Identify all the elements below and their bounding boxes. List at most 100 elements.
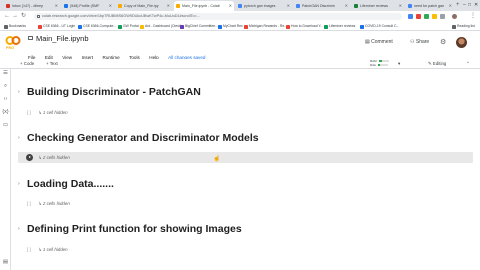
url-input[interactable]: colab.research.google.com/drive/1bp7RUBM… — [34, 13, 402, 20]
profile-avatar-icon[interactable] — [452, 14, 457, 19]
close-icon[interactable]: ✕ — [399, 1, 402, 11]
browser-tab[interactable]: PatchGAN Discrimin ✕ — [294, 1, 350, 11]
gear-icon[interactable]: ⚙ — [440, 38, 446, 46]
bookmark-item[interactable]: Lifeminer reviews — [324, 22, 355, 30]
bookmark-item[interactable]: MyChart Rec — [218, 22, 243, 30]
browser-tab[interactable]: need for patch gan ✕ — [406, 1, 454, 11]
google-icon — [296, 4, 300, 8]
editing-mode-button[interactable]: ✎ Editing — [428, 59, 446, 69]
bookmark-label: Ard - Dashboard (Ctest) — [145, 24, 181, 28]
comment-label: Comment — [371, 39, 393, 45]
google-icon — [408, 4, 412, 8]
bookmark-item[interactable]: Michigan Rewards - Re... — [244, 22, 287, 30]
browser-tab[interactable]: Lifeminer reviews ✕ — [352, 1, 404, 11]
cell-bracket: [ ] — [27, 201, 31, 206]
bookmark-icon — [38, 25, 42, 29]
reload-icon[interactable]: ↻ — [21, 11, 26, 22]
bookmark-item[interactable]: Bookmarks — [4, 22, 26, 30]
chevron-right-icon[interactable]: › — [18, 181, 20, 187]
reading-list[interactable]: Reading list — [452, 22, 475, 30]
close-icon[interactable]: ✕ — [55, 1, 58, 11]
bookmark-item[interactable]: Ard - Dashboard (Ctest) — [140, 22, 181, 30]
share-button[interactable]: ⚇ Share — [410, 39, 429, 45]
chevron-right-icon[interactable]: › — [18, 135, 20, 141]
bookmark-item[interactable]: GW Portal — [118, 22, 139, 30]
bookmark-item[interactable]: BigChief Committee... — [180, 22, 218, 30]
extension-icon[interactable] — [440, 14, 445, 19]
bookmark-icon — [78, 25, 82, 29]
run-cell-button[interactable] — [26, 154, 33, 161]
extension-icon[interactable] — [416, 14, 421, 19]
ram-disk-indicator[interactable]: RAM Disk — [370, 59, 389, 67]
close-icon[interactable]: ✕ — [287, 1, 290, 11]
section-heading: Building Discriminator - PatchGAN — [27, 86, 201, 98]
bookmark-label: GW Portal — [123, 24, 139, 28]
collapse-icon[interactable]: ⌃ — [466, 59, 470, 69]
disk-bar — [377, 64, 388, 66]
comment-button[interactable]: ▤ Comment — [365, 39, 393, 45]
notebook-title[interactable]: Main_File.ipynb — [36, 34, 89, 43]
forward-icon[interactable]: → — [12, 11, 18, 22]
close-icon[interactable]: ✕ — [229, 1, 232, 11]
table-of-contents-icon[interactable]: ☰ — [2, 70, 9, 76]
files-icon[interactable]: ▭ — [2, 122, 9, 128]
bookmark-icon — [140, 25, 144, 29]
search-icon[interactable]: ⌕ — [2, 83, 9, 90]
bookmark-item[interactable]: COVID-19 Consult C... — [360, 22, 399, 30]
disk-bar-fill — [377, 64, 380, 66]
close-icon[interactable]: ✕ — [449, 1, 452, 11]
bookmark-icon — [324, 25, 328, 29]
add-code-button[interactable]: + Code — [20, 59, 34, 69]
back-icon[interactable]: ← — [4, 11, 10, 22]
browser-tab[interactable]: Inbox (147) - dileep ✕ — [4, 1, 60, 11]
hidden-count: 2 cells hidden — [42, 201, 70, 206]
browser-tab[interactable]: pytorch gan images ✕ — [236, 1, 292, 11]
extension-icon[interactable] — [408, 14, 413, 19]
close-icon[interactable]: ✕ — [109, 1, 112, 11]
browser-tab-active[interactable]: Main_File.ipynb - Colab ✕ — [174, 1, 234, 11]
variables-icon[interactable]: {x} — [2, 109, 9, 115]
hidden-cells-row[interactable]: [ ] ↳ 2 cells hidden — [18, 198, 473, 209]
bookmark-icon — [244, 25, 248, 29]
bookmark-item[interactable]: CSE 6366-Compute... — [78, 22, 116, 30]
extension-icon[interactable] — [432, 14, 437, 19]
section-heading: Defining Print function for showing Imag… — [27, 223, 242, 235]
hidden-cells-row-selected[interactable]: ↳ 2 cells hidden — [18, 152, 473, 163]
bookmark-item[interactable]: CSE 6366 - UT Login — [38, 22, 75, 30]
chevron-right-icon[interactable]: › — [18, 89, 20, 95]
left-sidebar: ☰ ⌕ ‹› {x} ▭ ▤ — [0, 69, 11, 270]
chevron-right-icon[interactable]: › — [18, 226, 20, 232]
address-bar-row: ← → ↻ colab.research.google.com/drive/1b… — [0, 11, 480, 22]
hidden-cells-row[interactable]: [ ] ↳ 1 cell hidden — [18, 244, 473, 255]
minimize-button[interactable]: – — [463, 0, 466, 11]
star-icon — [4, 25, 8, 29]
cell-bracket: [ ] — [27, 110, 31, 115]
add-text-button[interactable]: + Text — [46, 59, 58, 69]
close-icon[interactable]: ✕ — [345, 1, 348, 11]
section-heading: Loading Data....... — [27, 178, 114, 190]
bookmark-icon — [218, 25, 222, 29]
notebook-toolbar: + Code + Text RAM Disk ▾ ✎ Editing ⌃ — [0, 59, 480, 69]
browser-menu-icon[interactable]: ⋮ — [470, 11, 476, 22]
hidden-count: 2 cells hidden — [42, 155, 70, 160]
bookmark-item[interactable]: How to Download Y... — [286, 22, 323, 30]
browser-tab[interactable]: Copy of Main_File.ipy ✕ — [116, 1, 172, 11]
connect-dropdown-icon[interactable]: ▾ — [398, 59, 400, 69]
code-snippets-icon[interactable]: ‹› — [2, 96, 9, 102]
new-tab-button[interactable]: + — [456, 0, 460, 11]
hidden-cells-label: ↳ 1 cell hidden — [38, 110, 68, 115]
browser-tab[interactable]: (548) Profile (SMF ✕ — [62, 1, 114, 11]
google-icon — [238, 4, 242, 8]
avatar[interactable] — [456, 37, 467, 48]
tab-label: Copy of Main_File.ipy — [124, 4, 159, 8]
colab-logo-icon[interactable] — [5, 35, 21, 46]
maximize-button[interactable]: □ — [468, 0, 471, 11]
terminal-icon[interactable]: ▤ — [2, 259, 9, 265]
hidden-cells-row[interactable]: [ ] ↳ 1 cell hidden — [18, 107, 473, 118]
share-label: Share — [415, 39, 430, 45]
tab-label: pytorch gan images — [244, 4, 276, 8]
close-window-button[interactable]: ✕ — [474, 0, 478, 11]
reading-list-icon — [452, 25, 456, 29]
close-icon[interactable]: ✕ — [167, 1, 170, 11]
extension-icon[interactable] — [424, 14, 429, 19]
